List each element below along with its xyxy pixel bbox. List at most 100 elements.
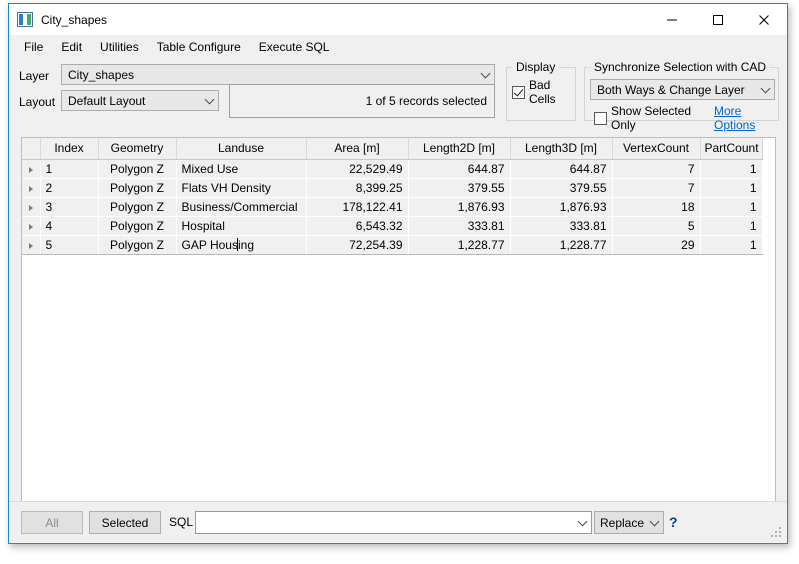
- cell-length2d[interactable]: 1,228.77: [408, 234, 511, 255]
- app-grid-icon: [17, 12, 33, 27]
- chevron-down-icon[interactable]: [573, 520, 591, 525]
- column-header-length3d[interactable]: Length3D [m]: [510, 138, 613, 160]
- sync-mode-select[interactable]: Both Ways & Change Layer: [590, 79, 775, 100]
- column-header-index[interactable]: Index: [40, 138, 99, 160]
- chevron-down-icon: [756, 87, 774, 92]
- table-row[interactable]: 4 Polygon Z Hospital 6,543.32 333.81 333.81 5 1: [22, 216, 763, 236]
- cell-geometry[interactable]: Polygon Z: [98, 197, 177, 217]
- row-marker[interactable]: [22, 159, 41, 179]
- cell-length2d[interactable]: 644.87: [408, 159, 511, 179]
- row-marker[interactable]: [22, 197, 41, 217]
- table-row[interactable]: 1 Polygon Z Mixed Use 22,529.49 644.87 644.87…: [22, 159, 763, 179]
- cell-index[interactable]: 5: [40, 234, 99, 255]
- cell-geometry[interactable]: Polygon Z: [98, 234, 177, 255]
- table-row[interactable]: 5 Polygon Z GAP Housing 72,254.39 1,228.77 1,…: [22, 234, 763, 255]
- cell-length3d[interactable]: 1,876.93: [510, 197, 613, 217]
- more-options-link[interactable]: More Options: [714, 104, 778, 132]
- row-arrow-icon: [28, 204, 33, 211]
- cell-length3d[interactable]: 333.81: [510, 216, 613, 236]
- records-status-panel: 1 of 5 records selected: [229, 84, 495, 118]
- table-row[interactable]: 2 Polygon Z Flats VH Density 8,399.25 379.55…: [22, 178, 763, 198]
- cell-landuse[interactable]: Hospital: [176, 216, 307, 236]
- column-header-length2d[interactable]: Length2D [m]: [408, 138, 511, 160]
- all-button[interactable]: All: [21, 511, 83, 534]
- cell-length3d[interactable]: 644.87: [510, 159, 613, 179]
- row-arrow-icon: [28, 166, 33, 173]
- cell-landuse[interactable]: GAP Housing: [175, 234, 307, 255]
- cell-length2d[interactable]: 379.55: [408, 178, 511, 198]
- chevron-down-icon: [476, 72, 494, 77]
- table-row[interactable]: 3 Polygon Z Business/Commercial 178,122.41 1…: [22, 197, 763, 217]
- cell-text: GAP Hous: [181, 237, 238, 252]
- cell-area[interactable]: 178,122.41: [306, 197, 409, 217]
- cell-length3d[interactable]: 379.55: [510, 178, 613, 198]
- sync-selection-group: Synchronize Selection with CAD Both Ways…: [584, 60, 779, 132]
- column-header-area[interactable]: Area [m]: [306, 138, 409, 160]
- sync-group-legend: Synchronize Selection with CAD: [591, 60, 770, 74]
- cell-landuse[interactable]: Business/Commercial: [176, 197, 307, 217]
- resize-grip[interactable]: [771, 527, 783, 539]
- cell-vertexcount[interactable]: 18: [612, 197, 701, 217]
- row-marker[interactable]: [22, 216, 41, 236]
- row-marker[interactable]: [22, 178, 41, 198]
- title-bar: City_shapes: [9, 4, 787, 35]
- show-selected-only-row[interactable]: Show Selected Only More Options: [594, 104, 778, 132]
- layout-select[interactable]: Default Layout: [61, 90, 219, 111]
- row-arrow-icon: [28, 223, 33, 230]
- cell-area[interactable]: 72,254.39: [306, 234, 409, 255]
- cell-landuse[interactable]: Flats VH Density: [176, 178, 307, 198]
- column-header-partcount[interactable]: PartCount: [700, 138, 763, 160]
- cell-index[interactable]: 4: [40, 216, 99, 236]
- cell-length2d[interactable]: 1,876.93: [408, 197, 511, 217]
- bad-cells-checkbox[interactable]: [512, 85, 525, 99]
- cell-partcount[interactable]: 1: [700, 178, 763, 198]
- selected-button[interactable]: Selected: [89, 511, 161, 534]
- cell-index[interactable]: 1: [40, 159, 99, 179]
- cell-length3d[interactable]: 1,228.77: [510, 234, 613, 255]
- cell-index[interactable]: 2: [40, 178, 99, 198]
- cell-partcount[interactable]: 1: [700, 197, 763, 217]
- minimize-icon[interactable]: [649, 4, 695, 35]
- cell-geometry[interactable]: Polygon Z: [98, 159, 177, 179]
- cell-partcount[interactable]: 1: [700, 159, 763, 179]
- close-icon[interactable]: [741, 4, 787, 35]
- column-header-geometry[interactable]: Geometry: [98, 138, 177, 160]
- cell-geometry[interactable]: Polygon Z: [98, 216, 177, 236]
- menu-item-edit[interactable]: Edit: [52, 37, 91, 57]
- layer-select[interactable]: City_shapes: [61, 64, 495, 85]
- help-button[interactable]: ?: [669, 514, 678, 530]
- cell-vertexcount[interactable]: 7: [612, 159, 701, 179]
- menu-item-utilities[interactable]: Utilities: [91, 37, 148, 57]
- row-arrow-icon: [28, 242, 33, 249]
- bad-cells-checkbox-row[interactable]: Bad Cells: [512, 78, 575, 106]
- menu-item-table-configure[interactable]: Table Configure: [148, 37, 250, 57]
- cell-vertexcount[interactable]: 29: [612, 234, 701, 255]
- show-selected-only-checkbox[interactable]: [594, 111, 607, 125]
- sql-mode-select[interactable]: Replace: [594, 511, 664, 534]
- cell-area[interactable]: 22,529.49: [306, 159, 409, 179]
- menu-item-file[interactable]: File: [15, 37, 52, 57]
- cell-partcount[interactable]: 1: [700, 216, 763, 236]
- maximize-icon[interactable]: [695, 4, 741, 35]
- column-header-landuse[interactable]: Landuse: [176, 138, 307, 160]
- layer-label: Layer: [19, 69, 50, 83]
- cell-vertexcount[interactable]: 7: [612, 178, 701, 198]
- bad-cells-label: Bad Cells: [529, 78, 556, 106]
- column-header-vertexcount[interactable]: VertexCount: [612, 138, 701, 160]
- layout-select-value: Default Layout: [68, 93, 146, 108]
- cell-area[interactable]: 8,399.25: [306, 178, 409, 198]
- cell-index[interactable]: 3: [40, 197, 99, 217]
- menu-item-execute-sql[interactable]: Execute SQL: [250, 37, 339, 57]
- cell-geometry[interactable]: Polygon Z: [98, 178, 177, 198]
- row-marker[interactable]: [22, 234, 41, 255]
- sql-input[interactable]: [195, 511, 592, 534]
- cell-vertexcount[interactable]: 5: [612, 216, 701, 236]
- cell-landuse[interactable]: Mixed Use: [176, 159, 307, 179]
- row-marker-header: [22, 138, 41, 160]
- attribute-table[interactable]: Index Geometry Landuse Area [m] Length2D…: [21, 137, 776, 502]
- cell-length2d[interactable]: 333.81: [408, 216, 511, 236]
- chevron-down-icon: [200, 98, 218, 103]
- cell-partcount[interactable]: 1: [700, 234, 763, 255]
- layout-label: Layout: [19, 95, 56, 109]
- cell-area[interactable]: 6,543.32: [306, 216, 409, 236]
